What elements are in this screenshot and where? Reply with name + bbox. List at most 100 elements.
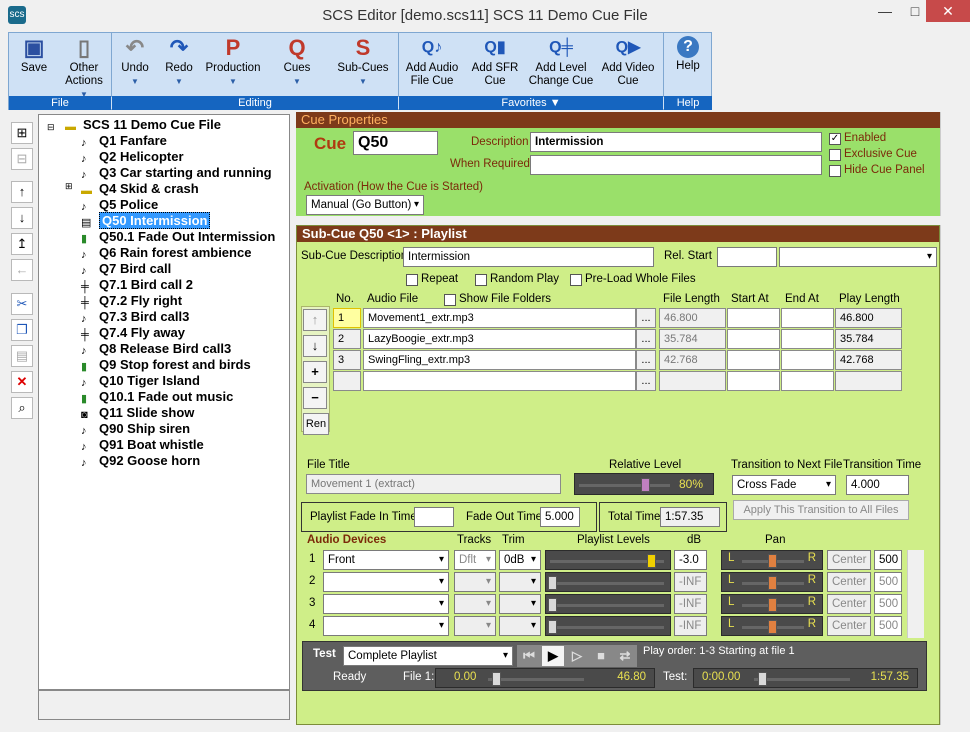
slider-thumb[interactable] [768, 598, 777, 612]
center-button[interactable]: Center [827, 572, 871, 592]
browse-button[interactable]: ... [636, 308, 656, 328]
audio-file-cell[interactable]: SwingFling_extr.mp3 [363, 350, 636, 370]
add-video-cue-button[interactable]: Q▶ Add Video Cue [597, 33, 659, 97]
move-up-icon[interactable]: ↑ [11, 181, 33, 203]
playlist-level-slider[interactable] [545, 616, 671, 636]
tree-item[interactable]: ♪ Q10 Tiger Island [81, 373, 200, 389]
undo-button[interactable]: ↶ Undo ▼ [114, 33, 156, 97]
preload-checkbox[interactable] [570, 274, 582, 286]
move-down-button[interactable]: ↓ [303, 335, 327, 357]
subcue-description-input[interactable]: Intermission [403, 247, 654, 267]
cut-icon[interactable]: ✂ [11, 293, 33, 315]
file-title-input[interactable]: Movement 1 (extract) [306, 474, 561, 494]
when-required-input[interactable] [530, 155, 822, 175]
random-play-checkbox[interactable] [475, 274, 487, 286]
find-icon[interactable]: ⌕ [11, 397, 33, 419]
tracks-select[interactable]: Dflt [454, 550, 496, 570]
tree-root[interactable]: ⊟ ▬ SCS 11 Demo Cue File [47, 117, 221, 133]
remove-file-button[interactable]: − [303, 387, 327, 409]
slider-thumb[interactable] [758, 672, 767, 686]
tree-item[interactable]: ╪ Q7.4 Fly away [81, 325, 185, 341]
pan-value[interactable]: 500 [874, 616, 902, 636]
other-actions-button[interactable]: ▯ Other Actions ▼ [59, 33, 109, 100]
tree-item[interactable]: ♪ Q5 Police [81, 197, 158, 213]
tree-item[interactable]: ▤ Q50 Intermission [81, 212, 211, 229]
tree-item[interactable]: ◙ Q11 Slide show [81, 405, 194, 421]
add-level-change-cue-button[interactable]: Q╪ Add Level Change Cue [527, 33, 595, 97]
trim-select[interactable] [499, 594, 541, 614]
rewind-button[interactable]: ⏮ [517, 645, 541, 667]
pan-value[interactable]: 500 [874, 594, 902, 614]
end-at-cell[interactable] [781, 329, 834, 349]
audio-file-cell[interactable]: LazyBoogie_extr.mp3 [363, 329, 636, 349]
add-audio-file-cue-button[interactable]: Q♪ Add Audio File Cue [403, 33, 461, 97]
description-input[interactable]: Intermission [530, 132, 822, 152]
tree-item[interactable]: ♪ Q3 Car starting and running [81, 165, 272, 181]
tree-item[interactable]: ♪ Q2 Helicopter [81, 149, 184, 165]
tree-item[interactable]: ♪ Q7 Bird call [81, 261, 171, 277]
device-select[interactable] [323, 616, 449, 636]
slider-thumb[interactable] [548, 576, 557, 590]
pan-slider[interactable]: LR [721, 594, 823, 614]
slider-thumb[interactable] [492, 672, 501, 686]
cue-props-scrollbar[interactable] [940, 112, 957, 216]
tree-item[interactable]: ♪ Q8 Release Bird call3 [81, 341, 231, 357]
tree-item[interactable]: ♪ Q7.3 Bird call3 [81, 309, 189, 325]
tree-item[interactable]: ╪ Q7.1 Bird call 2 [81, 277, 193, 293]
tree-item[interactable]: ♪ Q92 Goose horn [81, 453, 200, 469]
production-button[interactable]: P Production ▼ [202, 33, 264, 97]
pan-slider[interactable]: LR [721, 550, 823, 570]
tree-item[interactable]: ▮ Q50.1 Fade Out Intermission [81, 229, 275, 245]
stop-button[interactable]: ■ [589, 645, 613, 667]
add-sfr-cue-button[interactable]: Q▮ Add SFR Cue [465, 33, 525, 97]
move-out-icon[interactable]: ↥ [11, 233, 33, 255]
fade-out-input[interactable]: 5.000 [540, 507, 580, 527]
cue-number-input[interactable]: Q50 [353, 131, 438, 155]
slider-thumb[interactable] [647, 554, 656, 568]
center-button[interactable]: Center [827, 550, 871, 570]
rel-start-select[interactable] [779, 247, 937, 267]
rename-button[interactable]: Ren [303, 413, 329, 435]
tree-item[interactable]: ♪ Q90 Ship siren [81, 421, 190, 437]
tree-item[interactable]: ♪ Q6 Rain forest ambience [81, 245, 251, 261]
tree-item[interactable]: ♪ Q91 Boat whistle [81, 437, 204, 453]
slider-thumb[interactable] [768, 620, 777, 634]
start-at-cell[interactable] [727, 308, 780, 328]
move-up-button[interactable]: ↑ [303, 309, 327, 331]
slider-thumb[interactable] [548, 598, 557, 612]
save-button[interactable]: ▣ Save [11, 33, 57, 97]
transition-select[interactable]: Cross Fade [732, 475, 836, 495]
expand-all-icon[interactable]: ⊞ [11, 122, 33, 144]
db-value[interactable]: -3.0 [674, 550, 707, 570]
db-value[interactable]: -INF [674, 572, 707, 592]
file-progress[interactable]: 0.00 46.80 [435, 668, 655, 688]
play-button[interactable]: ▶ [541, 645, 565, 667]
device-select[interactable] [323, 594, 449, 614]
db-value[interactable]: -INF [674, 616, 707, 636]
subcue-scrollbar[interactable] [940, 225, 957, 725]
playlist-level-slider[interactable] [545, 572, 671, 592]
repeat-checkbox[interactable] [406, 274, 418, 286]
pan-slider[interactable]: LR [721, 616, 823, 636]
pan-value[interactable]: 500 [874, 572, 902, 592]
rel-start-input[interactable] [717, 247, 777, 267]
exclusive-cue-checkbox[interactable] [829, 149, 841, 161]
test-progress[interactable]: 0:00.00 1:57.35 [693, 668, 918, 688]
close-button[interactable]: ✕ [926, 0, 970, 22]
shuffle-button[interactable]: ⇄ [613, 645, 637, 667]
enabled-checkbox[interactable]: ✓ [829, 133, 841, 145]
center-button[interactable]: Center [827, 616, 871, 636]
redo-button[interactable]: ↷ Redo ▼ [158, 33, 200, 97]
test-mode-select[interactable]: Complete Playlist [343, 646, 513, 666]
end-at-cell[interactable] [781, 350, 834, 370]
tracks-select[interactable] [454, 572, 496, 592]
browse-button[interactable]: ... [636, 350, 656, 370]
apply-transition-button[interactable]: Apply This Transition to All Files [733, 500, 909, 520]
audio-file-cell[interactable]: Movement1_extr.mp3 [363, 308, 636, 328]
subcues-button[interactable]: S Sub-Cues ▼ [330, 33, 396, 97]
paste-icon[interactable]: ▤ [11, 345, 33, 367]
tree-item[interactable]: ▬ Q4 Skid & crash [81, 181, 199, 197]
expand-icon[interactable]: ⊞ [65, 181, 73, 192]
help-button[interactable]: ? Help [666, 33, 710, 97]
start-at-cell[interactable] [727, 329, 780, 349]
